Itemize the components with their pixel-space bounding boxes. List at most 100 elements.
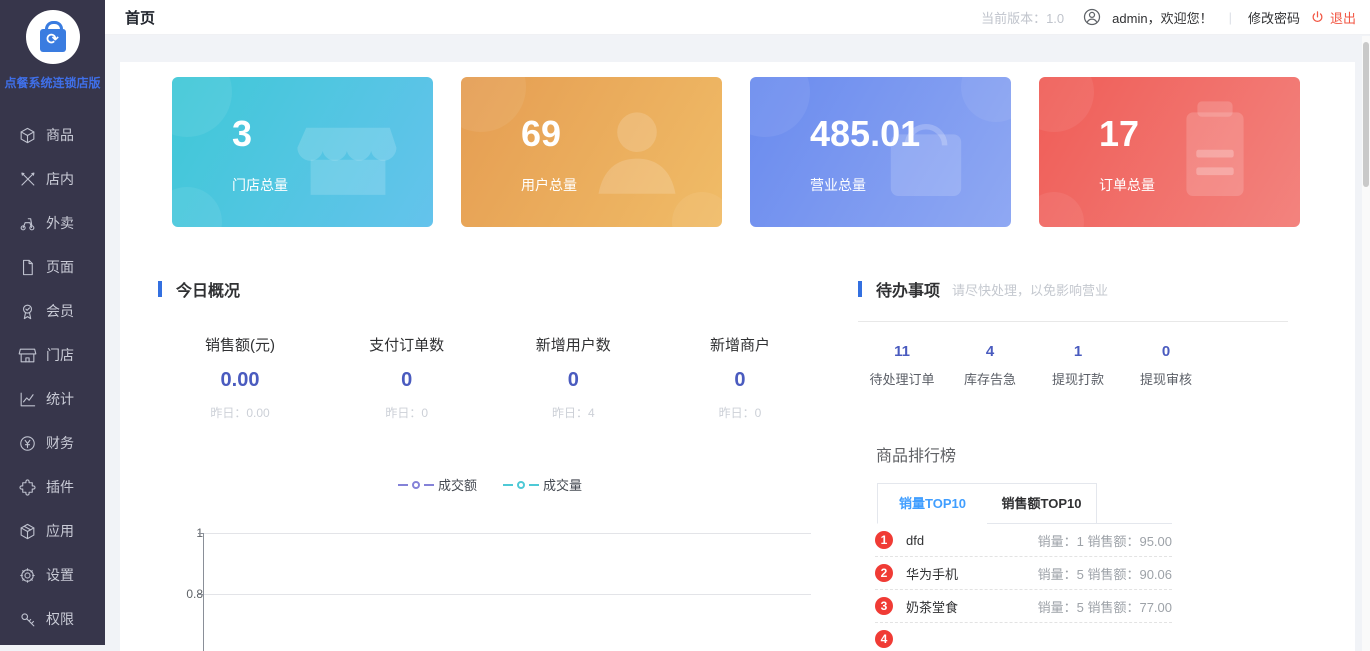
stat-label: 用户总量 (521, 175, 577, 195)
key-icon (18, 610, 37, 629)
sidebar-item-finance[interactable]: 财务 (0, 421, 105, 465)
sidebar-item-label: 设置 (46, 565, 74, 585)
rank-badge: 4 (875, 630, 893, 648)
todo-label: 待处理订单 (858, 369, 946, 388)
today-stat-new-merchants: 新增商户 0 昨日：0 (660, 334, 820, 421)
section-subtitle: 请尽快处理，以免影响营业 (952, 280, 1108, 299)
ranking-row[interactable]: 1 dfd 销量：1 销售额：95.00 (875, 524, 1172, 557)
sidebar-item-statistics[interactable]: 统计 (0, 377, 105, 421)
todo-item-withdraw-payment[interactable]: 1 提现打款 (1034, 343, 1122, 388)
sidebar-item-label: 财务 (46, 433, 74, 453)
chart-legend: 成交额 成交量 (160, 475, 820, 494)
gear-icon (18, 566, 37, 585)
todo-label: 提现打款 (1034, 369, 1122, 388)
logout-button[interactable]: 退出 (1310, 8, 1356, 27)
puzzle-icon (18, 478, 37, 497)
stat-card-orders: 17 订单总量 (1039, 77, 1300, 227)
todo-item-withdraw-review[interactable]: 0 提现审核 (1122, 343, 1210, 388)
today-stat-new-users: 新增用户数 0 昨日：4 (493, 334, 653, 421)
gridline (203, 594, 811, 595)
sidebar-item-label: 商品 (46, 125, 74, 145)
stat-cards-row: 3 门店总量 69 用户总量 485.01 营业总量 (172, 77, 1300, 227)
header-actions: 当前版本：1.0 admin，欢迎您！ | 修改密码 退出 (981, 7, 1356, 27)
todo-item-pending-orders[interactable]: 11 待处理订单 (858, 343, 946, 388)
sidebar-item-label: 应用 (46, 521, 74, 541)
sidebar-item-goods[interactable]: 商品 (0, 113, 105, 157)
legend-line (503, 484, 513, 486)
sidebar-item-instore[interactable]: 店内 (0, 157, 105, 201)
ranking-row[interactable]: 4 (875, 623, 1172, 651)
change-password-button[interactable]: 修改密码 (1248, 8, 1300, 27)
stat-yesterday: 昨日：0 (327, 404, 487, 421)
stat-value: 485.01 (810, 113, 920, 155)
stat-yesterday: 昨日：0.00 (160, 404, 320, 421)
sidebar-item-label: 会员 (46, 301, 74, 321)
todo-label: 库存告急 (946, 369, 1034, 388)
user-greeting: admin，欢迎您！ (1112, 8, 1212, 27)
today-stats-row: 销售额(元) 0.00 昨日：0.00 支付订单数 0 昨日：0 新增用户数 0… (160, 334, 820, 421)
order-list-icon (1160, 97, 1270, 207)
sidebar-item-delivery[interactable]: 外卖 (0, 201, 105, 245)
power-icon (1310, 10, 1325, 25)
product-stats: 销量：5 销售额：90.06 (1038, 564, 1172, 583)
gridline (203, 533, 811, 534)
sidebar-item-plugins[interactable]: 插件 (0, 465, 105, 509)
sidebar-item-apps[interactable]: 应用 (0, 509, 105, 553)
ranking-tabs: 销量TOP10 销售额TOP10 (877, 483, 1172, 524)
trend-chart: 1 0.8 (120, 517, 820, 651)
page-icon (18, 258, 37, 277)
stat-card-stores: 3 门店总量 (172, 77, 433, 227)
tab-sales-volume-top10[interactable]: 销量TOP10 (877, 483, 987, 524)
stat-label: 支付订单数 (327, 334, 487, 355)
sidebar-item-stores[interactable]: 门店 (0, 333, 105, 377)
legend-line (398, 484, 408, 486)
stat-card-users: 69 用户总量 (461, 77, 722, 227)
utensils-icon (18, 170, 37, 189)
cube-icon (18, 522, 37, 541)
sidebar-item-label: 外卖 (46, 213, 74, 233)
scrollbar-thumb[interactable] (1363, 42, 1369, 187)
legend-marker-icon (412, 481, 420, 489)
product-stats: 销量：5 销售额：77.00 (1038, 597, 1172, 616)
stat-value: 0 (493, 369, 653, 392)
sidebar-item-pages[interactable]: 页面 (0, 245, 105, 289)
legend-line (424, 484, 434, 486)
stat-label: 订单总量 (1099, 175, 1155, 195)
ranking-row[interactable]: 2 华为手机 销量：5 销售额：90.06 (875, 557, 1172, 590)
stat-value: 0 (660, 369, 820, 392)
tab-sales-amount-top10[interactable]: 销售额TOP10 (987, 483, 1097, 524)
line-chart-icon (18, 390, 37, 409)
product-stats: 销量：1 销售额：95.00 (1038, 531, 1172, 550)
app-logo (26, 10, 80, 64)
ranking-list: 1 dfd 销量：1 销售额：95.00 2 华为手机 销量：5 销售额：90.… (875, 524, 1172, 651)
sidebar: 点餐系统连锁店版 商品 店内 外卖 页面 会员 门店 统计 (0, 0, 105, 645)
y-tick-label: 1 (143, 526, 203, 540)
sidebar-item-permissions[interactable]: 权限 (0, 597, 105, 641)
user-icon (582, 97, 692, 207)
todo-section-title: 待办事项 请尽快处理，以免影响营业 (858, 277, 1108, 301)
stat-yesterday: 昨日：0 (660, 404, 820, 421)
accent-bar (858, 281, 862, 297)
app-title: 点餐系统连锁店版 (4, 74, 100, 91)
todo-value: 11 (858, 343, 946, 360)
product-name: 奶茶堂食 (906, 597, 958, 616)
finance-icon (18, 434, 37, 453)
stat-value: 17 (1099, 113, 1139, 155)
stat-label: 新增用户数 (493, 334, 653, 355)
section-title-text: 待办事项 (876, 277, 940, 301)
stat-label: 销售额(元) (160, 334, 320, 355)
legend-item-amount[interactable]: 成交额 (398, 475, 477, 494)
ranking-row[interactable]: 3 奶茶堂食 销量：5 销售额：77.00 (875, 590, 1172, 623)
legend-item-volume[interactable]: 成交量 (503, 475, 582, 494)
sidebar-item-settings[interactable]: 设置 (0, 553, 105, 597)
sidebar-item-members[interactable]: 会员 (0, 289, 105, 333)
ranking-title: 商品排行榜 (876, 442, 956, 466)
sidebar-item-label: 权限 (46, 609, 74, 629)
header-divider: | (1229, 10, 1232, 25)
todo-item-low-stock[interactable]: 4 库存告急 (946, 343, 1034, 388)
stat-yesterday: 昨日：4 (493, 404, 653, 421)
y-tick-label: 0.8 (143, 587, 203, 601)
sidebar-menu: 商品 店内 外卖 页面 会员 门店 统计 财务 (0, 113, 105, 641)
storefront-icon (18, 346, 37, 365)
todo-label: 提现审核 (1122, 369, 1210, 388)
